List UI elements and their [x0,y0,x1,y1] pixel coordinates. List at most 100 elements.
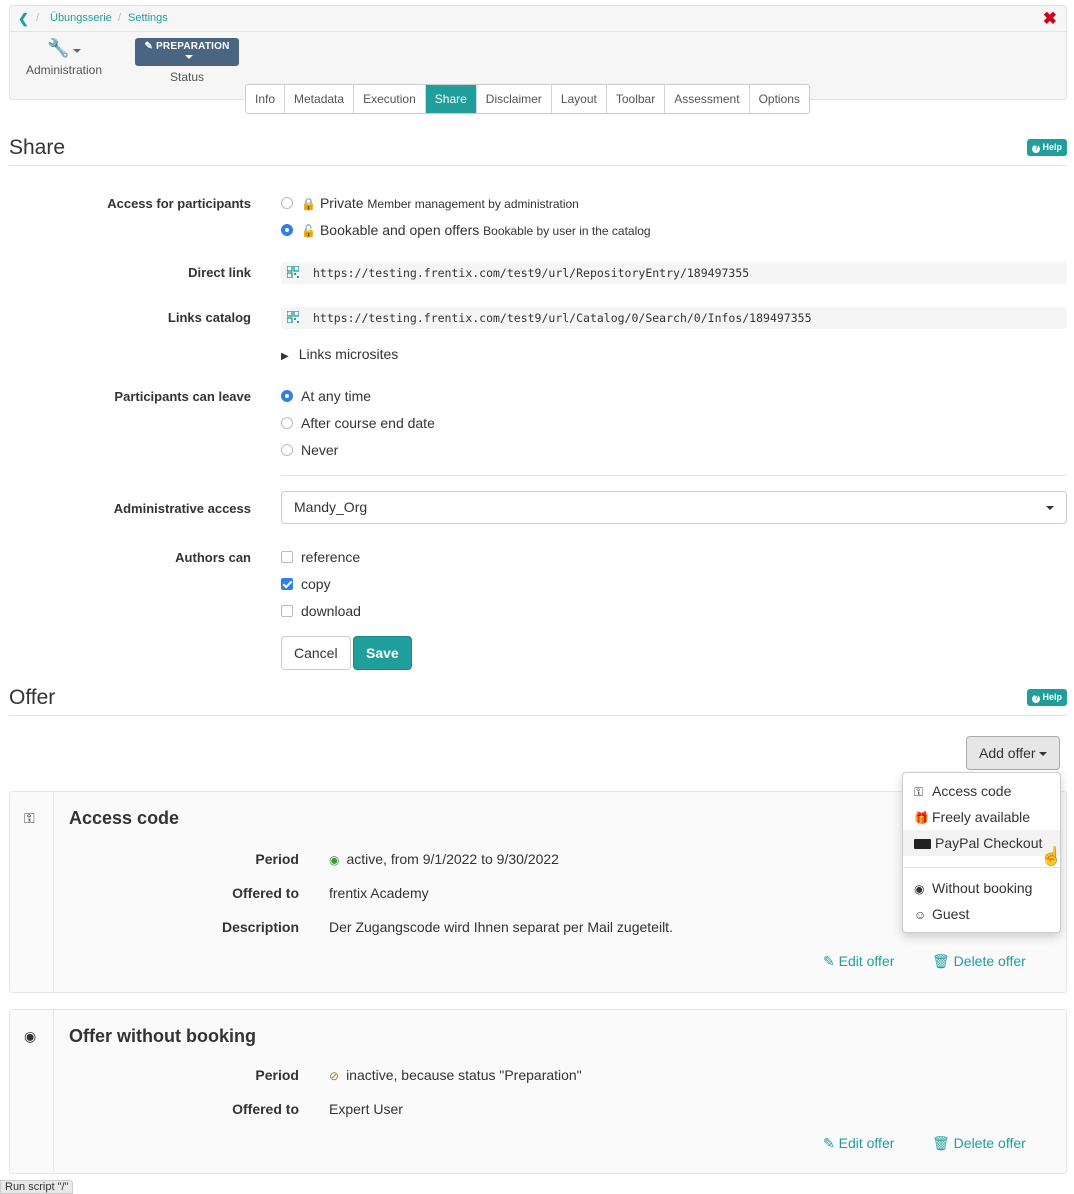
menu-item-freely-available[interactable]: 🎁 Freely available [903,804,1060,830]
edit-offer-label: Edit offer [838,1135,895,1151]
back-chevron-icon[interactable]: ❮ [18,11,29,27]
wrench-icon: 🔧 [47,38,70,58]
breadcrumb-item-course[interactable]: Übungsserie [50,12,112,24]
private-title: Private [319,195,364,211]
checkbox-download[interactable] [281,605,293,617]
period-value: ◉ active, from 9/1/2022 to 9/30/2022 [329,851,559,867]
menu-item-paypal-checkout[interactable]: PayPal Checkout [903,830,1060,856]
offered-to-label: Offered to [232,885,299,901]
breadcrumb-separator: / [36,12,40,24]
status-label: Status [169,70,205,84]
menu-item-guest[interactable]: ☺ Guest [903,901,1060,927]
radio-anytime[interactable] [281,390,293,402]
description-value: Der Zugangscode wird Ihnen separat per M… [329,919,673,935]
access-label: Access for participants [107,196,251,211]
access-private-option[interactable]: 🔒 Private Member management by administra… [281,195,579,211]
save-button[interactable]: Save [353,636,412,670]
qr-code-icon[interactable] [287,311,299,323]
administration-menu[interactable]: 🔧 Administration [24,38,104,77]
author-reference-option[interactable]: reference [281,549,360,565]
period-label: Period [255,851,299,867]
delete-offer-link[interactable]: 🗑 Delete offer [932,1135,1026,1152]
leave-never-option[interactable]: Never [281,442,338,458]
share-help-button[interactable]: ? Help [1027,139,1067,156]
incognito-icon: ◉ [914,882,925,896]
description-label: Description [221,919,299,935]
links-microsites-label: Links microsites [298,346,399,362]
pencil-icon: ✎ [144,41,154,52]
delete-offer-label: Delete offer [953,953,1026,969]
status-badge[interactable]: ✎ PREPARATION [135,38,239,66]
after-end-label: After course end date [301,415,435,431]
browser-status-bar: Run script "/" [0,1180,74,1194]
caret-down-icon [1038,752,1047,757]
question-icon: ? [1032,695,1041,703]
menu-item-label: PayPal Checkout [935,835,1043,851]
tab-disclaimer[interactable]: Disclaimer [477,85,552,113]
share-section-header: Share ? Help [9,136,1067,166]
access-bookable-option[interactable]: 🔓 Bookable and open offers Bookable by us… [281,222,651,238]
links-microsites-toggle[interactable]: ▶ Links microsites [281,346,398,362]
admin-access-value: Mandy_Org [294,499,368,515]
trash-icon: 🗑 [932,1135,950,1151]
help-label: Help [1042,142,1062,152]
admin-access-select[interactable]: Mandy_Org [281,491,1067,524]
bookable-title: Bookable and open offers [319,222,480,238]
links-catalog-field[interactable]: https://testing.frentix.com/test9/url/Ca… [281,307,1067,329]
tab-share[interactable]: Share [425,85,477,113]
offer-section-header: Offer ? Help [9,686,1067,716]
add-offer-button[interactable]: Add offer [966,736,1060,770]
menu-item-without-booking[interactable]: ◉ Without booking [903,875,1060,901]
offer-icon-column: ⚿ [10,792,54,992]
tab-assessment[interactable]: Assessment [665,85,750,113]
divider [281,475,1067,476]
tab-execution[interactable]: Execution [354,85,426,113]
breadcrumb-item-settings[interactable]: Settings [128,12,168,24]
tab-layout[interactable]: Layout [552,85,607,113]
author-copy-option[interactable]: copy [281,576,331,592]
menu-item-access-code[interactable]: ⚿ Access code [903,778,1060,804]
status-menu[interactable]: ✎ PREPARATION Status [135,38,239,84]
qr-code-icon[interactable] [287,266,299,278]
user-circle-icon: ☺ [914,908,927,922]
author-download-option[interactable]: download [281,603,361,619]
direct-link-field[interactable]: https://testing.frentix.com/test9/url/Re… [281,262,1067,284]
tab-info[interactable]: Info [246,85,286,113]
offer-card-without-booking: ◉ Offer without booking Period ⊘ inactive… [9,1009,1067,1174]
offered-to-label: Offered to [232,1101,299,1117]
lock-icon: 🔒 [301,197,316,211]
tab-options[interactable]: Options [750,85,809,113]
add-offer-label: Add offer [979,745,1036,761]
checkbox-reference[interactable] [281,551,293,563]
tab-toolbar[interactable]: Toolbar [607,85,666,113]
edit-offer-link[interactable]: ✎ Edit offer [823,953,894,970]
share-title: Share [9,136,66,159]
key-icon: ⚿ [24,810,35,826]
admin-access-label: Administrative access [113,501,251,516]
checkbox-copy[interactable] [281,578,293,590]
eye-slash-icon: ⊘ [329,1069,340,1083]
radio-never[interactable] [281,444,293,456]
period-value: ⊘ inactive, because status "Preparation" [329,1067,582,1083]
leave-after-end-option[interactable]: After course end date [281,415,435,431]
hand-pointer-cursor-icon: ☝ [1040,846,1063,866]
delete-offer-link[interactable]: 🗑 Delete offer [932,953,1026,970]
menu-item-label: Guest [932,906,970,922]
gift-icon: 🎁 [914,811,929,825]
paypal-icon [914,839,931,849]
tab-metadata[interactable]: Metadata [285,85,355,113]
close-icon[interactable]: ✖ [1043,10,1057,27]
radio-bookable[interactable] [281,224,293,236]
radio-after-end[interactable] [281,417,293,429]
direct-link-url: https://testing.frentix.com/test9/url/Re… [313,266,750,280]
offer-help-button[interactable]: ? Help [1027,689,1067,706]
question-icon: ? [1032,145,1041,153]
radio-private[interactable] [281,197,293,209]
edit-offer-link[interactable]: ✎ Edit offer [823,1135,894,1152]
administration-label: Administration [25,63,103,77]
caret-right-icon: ▶ [281,351,289,362]
leave-anytime-option[interactable]: At any time [281,388,371,404]
cancel-button[interactable]: Cancel [281,636,351,670]
offer-icon-column: ◉ [10,1010,54,1173]
period-text: active, from 9/1/2022 to 9/30/2022 [346,851,559,867]
